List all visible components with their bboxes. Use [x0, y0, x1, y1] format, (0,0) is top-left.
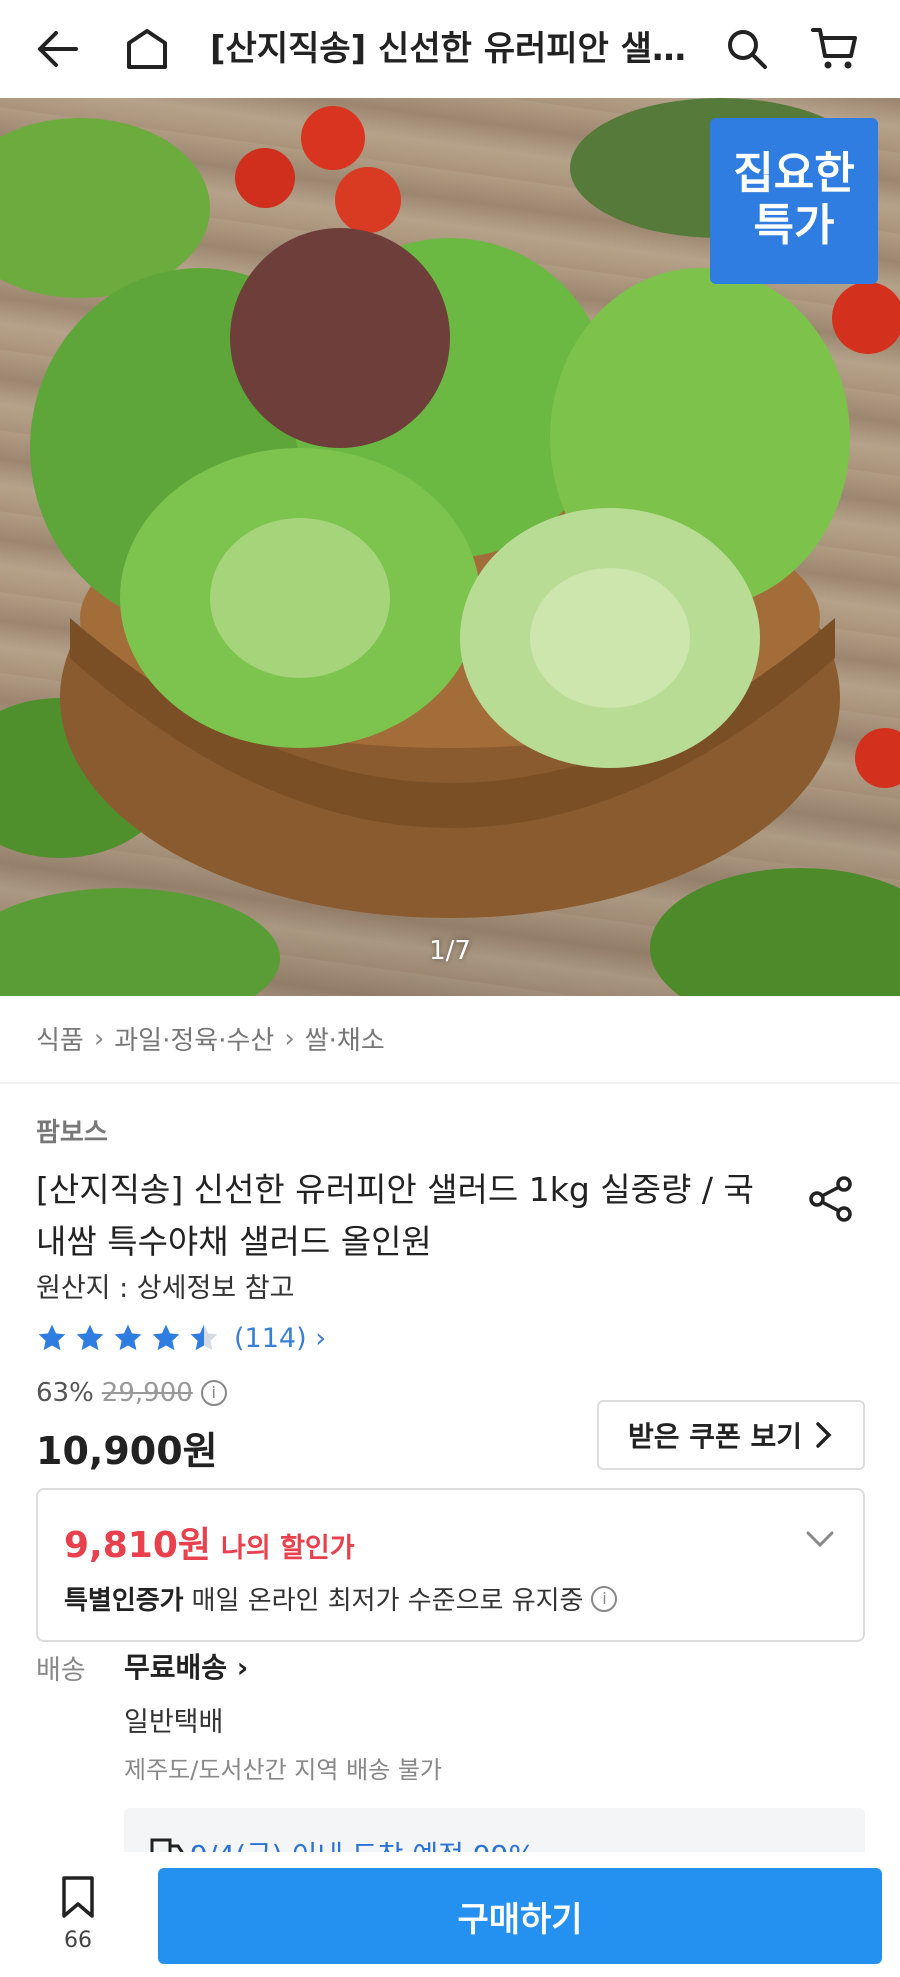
star-full-icon [38, 1324, 66, 1351]
star-full-icon [114, 1324, 142, 1351]
breadcrumb: 식품 › 과일·정육·수산 › 쌀·채소 [36, 1020, 385, 1057]
my-discount-price: 9,810원 [64, 1525, 211, 1566]
special-deal-badge: 집요한 특가 [710, 118, 878, 284]
my-discount-label: 나의 할인가 [221, 1533, 355, 1564]
breadcrumb-item-fresh[interactable]: 과일·정육·수산 [114, 1020, 274, 1057]
star-half-icon [190, 1324, 218, 1351]
back-arrow-icon[interactable] [30, 22, 84, 76]
section-divider [0, 1082, 900, 1084]
image-counter: 1/7 [429, 936, 471, 966]
rating-row[interactable]: (114) › [36, 1322, 326, 1354]
brand-name[interactable]: 팜보스 [36, 1112, 108, 1149]
star-full-icon [76, 1324, 104, 1351]
shipping-restriction-note: 제주도/도서산간 지역 배송 불가 [124, 1756, 443, 1784]
cart-icon[interactable] [808, 22, 862, 76]
shipping-type: 일반택배 [124, 1707, 224, 1738]
origin-info: 원산지 : 상세정보 참고 [36, 1273, 295, 1304]
top-app-bar: [산지직송] 신선한 유러피안 샐… [0, 0, 900, 98]
view-coupon-button[interactable]: 받은 쿠폰 보기 [597, 1400, 865, 1470]
chevron-right-icon: › [93, 1023, 105, 1054]
bottom-action-bar: 66 구매하기 [0, 1852, 900, 1977]
certified-price-label: 특별인증가 [64, 1586, 184, 1616]
search-icon[interactable] [720, 22, 774, 76]
info-icon[interactable]: i [591, 1585, 618, 1612]
shipping-label: 배송 [36, 1655, 86, 1686]
share-icon[interactable] [804, 1172, 858, 1226]
my-price-panel[interactable]: 9,810원 나의 할인가 특별인증가 매일 온라인 최저가 수준으로 유지중 … [36, 1488, 865, 1642]
bookmark-button[interactable]: 66 [50, 1874, 106, 1953]
original-price: 29,900 [101, 1378, 193, 1408]
page-title: [산지직송] 신선한 유러피안 샐… [210, 29, 686, 69]
discount-row: 63% 29,900 i [36, 1378, 227, 1408]
breadcrumb-item-food[interactable]: 식품 [36, 1020, 84, 1057]
bookmark-icon [62, 1876, 94, 1918]
home-icon[interactable] [120, 22, 174, 76]
chevron-right-icon [816, 1422, 832, 1448]
discount-rate: 63% [36, 1378, 94, 1408]
free-shipping-link[interactable]: 무료배송 › [124, 1646, 248, 1686]
bookmark-count: 66 [64, 1928, 92, 1953]
product-image-carousel[interactable]: 집요한 특가 1/7 [0, 98, 900, 996]
buy-button[interactable]: 구매하기 [158, 1868, 882, 1964]
breadcrumb-item-vegetables[interactable]: 쌀·채소 [305, 1020, 385, 1057]
info-icon[interactable]: i [200, 1380, 227, 1406]
chevron-down-icon[interactable] [805, 1524, 835, 1554]
chevron-right-icon: › [284, 1023, 295, 1054]
product-title: [산지직송] 신선한 유러피안 샐러드 1kg 실중량 / 국내쌈 특수야채 샐… [36, 1170, 754, 1261]
star-full-icon [152, 1324, 180, 1351]
sale-price: 10,900원 [36, 1429, 218, 1473]
review-count-link[interactable]: (114) › [234, 1323, 326, 1354]
lowest-price-description: 매일 온라인 최저가 수준으로 유지중 [191, 1586, 584, 1616]
